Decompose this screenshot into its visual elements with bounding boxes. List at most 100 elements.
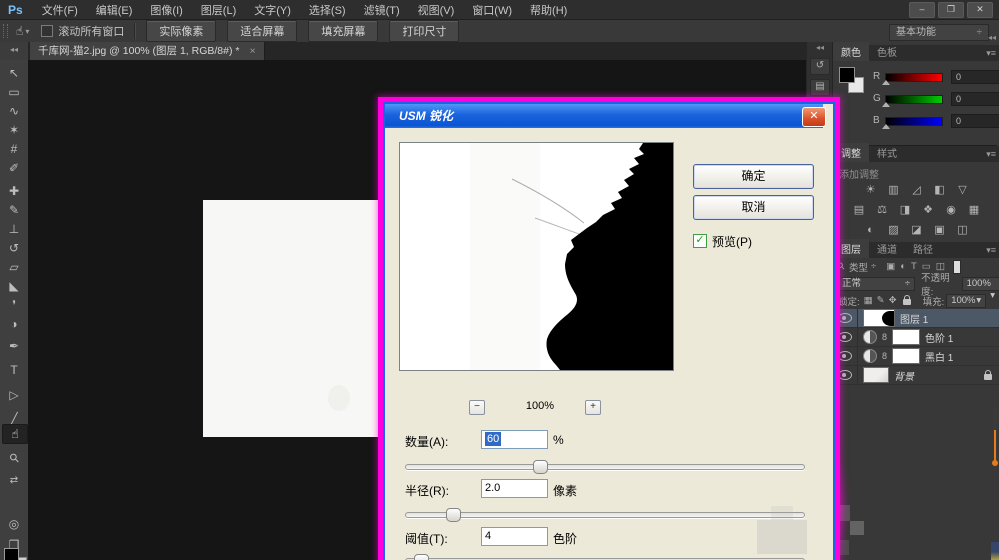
- tab-styles[interactable]: 样式: [869, 143, 905, 162]
- blur-tool[interactable]: ❜: [0, 296, 28, 314]
- threshold-input[interactable]: 4: [481, 527, 548, 546]
- healing-brush-tool[interactable]: ✚: [0, 182, 28, 200]
- preview-zoom-out-button[interactable]: −: [469, 400, 485, 415]
- amount-slider[interactable]: [405, 464, 805, 470]
- eraser-tool[interactable]: ▱: [0, 258, 28, 276]
- marquee-tool[interactable]: ▭: [0, 83, 28, 101]
- color-balance-icon[interactable]: ⚖: [875, 204, 890, 217]
- minimize-button[interactable]: –: [909, 2, 935, 18]
- panel-menu-icon[interactable]: ▾≡: [986, 245, 996, 256]
- menu-image[interactable]: 图像(I): [141, 2, 191, 18]
- fill-value[interactable]: 100%▾: [946, 294, 986, 308]
- threshold-slider-thumb[interactable]: [414, 554, 429, 560]
- tool-preset-caret-icon[interactable]: ▾: [25, 27, 29, 36]
- menu-filter[interactable]: 滤镜(T): [355, 2, 409, 18]
- filter-type-label[interactable]: 类型: [849, 260, 868, 274]
- pen-tool[interactable]: ✒: [0, 337, 28, 355]
- path-select-tool[interactable]: ▷: [0, 386, 28, 404]
- menu-type[interactable]: 文字(Y): [245, 2, 300, 18]
- panel-menu-icon[interactable]: ▾≡: [986, 48, 996, 59]
- color-panel-fg-swatch[interactable]: [839, 67, 855, 83]
- document-tab[interactable]: 千库网-猫2.jpg @ 100% (图层 1, RGB/8#) * ×: [30, 42, 265, 60]
- threshold-icon[interactable]: ◪: [909, 224, 924, 237]
- dodge-tool[interactable]: ◑: [0, 315, 28, 333]
- blue-slider[interactable]: [885, 117, 943, 126]
- layer-row-layer1[interactable]: 图层 1: [833, 309, 999, 328]
- toolbar-collapse-icon[interactable]: ◂◂: [0, 42, 29, 60]
- tab-channels[interactable]: 通道: [869, 239, 905, 258]
- brush-tool[interactable]: ✎: [0, 201, 28, 219]
- visibility-eye-icon[interactable]: [838, 332, 852, 342]
- green-slider-thumb[interactable]: [882, 102, 890, 107]
- filter-adjustment-icon[interactable]: ◐: [900, 261, 906, 272]
- layer1-thumbnail[interactable]: [863, 309, 895, 327]
- levels1-name[interactable]: 色阶 1: [925, 330, 953, 345]
- visibility-eye-icon[interactable]: [838, 370, 852, 380]
- brightness-contrast-icon[interactable]: ☀: [863, 184, 878, 197]
- red-value[interactable]: 0: [951, 70, 999, 84]
- properties-panel-icon[interactable]: ▤: [810, 79, 830, 96]
- fit-screen-button[interactable]: 适合屏幕: [227, 20, 297, 42]
- paint-bucket-tool[interactable]: ◣: [0, 277, 28, 295]
- foreground-color-swatch[interactable]: [4, 548, 19, 560]
- print-size-button[interactable]: 打印尺寸: [389, 20, 459, 42]
- scroll-indicator[interactable]: [993, 408, 997, 470]
- red-slider-thumb[interactable]: [882, 80, 890, 85]
- menu-file[interactable]: 文件(F): [33, 2, 87, 18]
- filter-pixel-icon[interactable]: ▣: [886, 261, 895, 272]
- menu-edit[interactable]: 编辑(E): [87, 2, 142, 18]
- crop-tool[interactable]: #: [0, 140, 28, 158]
- tab-color[interactable]: 颜色: [833, 42, 869, 61]
- visibility-eye-icon[interactable]: [838, 351, 852, 361]
- dialog-close-button[interactable]: ✕: [802, 107, 826, 127]
- lock-position-icon[interactable]: ✥: [889, 295, 897, 306]
- filter-caret-icon[interactable]: ÷: [871, 261, 876, 272]
- black-white-icon[interactable]: ◨: [898, 204, 913, 217]
- panel-collapse-icon[interactable]: ◂◂: [988, 33, 996, 42]
- levels-adjustment-icon[interactable]: [863, 330, 877, 344]
- hand-tool[interactable]: ☝: [2, 424, 28, 444]
- invert-icon[interactable]: ◐: [863, 224, 878, 237]
- background-thumbnail[interactable]: [863, 367, 889, 383]
- channel-mixer-icon[interactable]: ◉: [944, 204, 959, 217]
- green-value[interactable]: 0: [951, 92, 999, 106]
- layer1-name[interactable]: 图层 1: [900, 311, 928, 326]
- actual-pixels-button[interactable]: 实际像素: [146, 20, 216, 42]
- menu-help[interactable]: 帮助(H): [521, 2, 576, 18]
- opacity-value[interactable]: 100%▾: [962, 277, 999, 291]
- history-panel-icon[interactable]: ↺: [810, 58, 830, 75]
- posterize-icon[interactable]: ▨: [886, 224, 901, 237]
- history-brush-tool[interactable]: ↺: [0, 239, 28, 257]
- menu-view[interactable]: 视图(V): [409, 2, 464, 18]
- workspace-selector[interactable]: 基本功能 ÷: [889, 24, 989, 41]
- layer-row-blackwhite1[interactable]: 8 黑白 1: [833, 347, 999, 366]
- levels-icon[interactable]: ▥: [886, 184, 901, 197]
- amount-input[interactable]: 60: [481, 430, 548, 449]
- red-slider[interactable]: [885, 73, 943, 82]
- filter-type-layer-icon[interactable]: T: [911, 261, 917, 272]
- eyedropper-tool[interactable]: ✐: [0, 159, 28, 177]
- hue-saturation-icon[interactable]: ▤: [852, 204, 867, 217]
- levels1-mask-thumbnail[interactable]: [892, 329, 920, 345]
- dialog-titlebar[interactable]: USM 锐化: [385, 104, 823, 128]
- preview-checkbox[interactable]: ✓: [693, 234, 707, 248]
- lock-all-icon[interactable]: [903, 299, 911, 305]
- panel-menu-icon[interactable]: ▾≡: [986, 149, 996, 160]
- vibrance-icon[interactable]: ▽: [955, 184, 970, 197]
- cancel-button[interactable]: 取消: [693, 195, 814, 220]
- menu-select[interactable]: 选择(S): [300, 2, 355, 18]
- radius-slider-thumb[interactable]: [446, 508, 461, 522]
- blend-mode-select[interactable]: 正常÷: [837, 277, 915, 291]
- blue-slider-thumb[interactable]: [882, 124, 890, 129]
- move-tool[interactable]: ↖: [0, 64, 28, 82]
- zoom-tool[interactable]: ⚲: [0, 449, 28, 467]
- gradient-map-icon[interactable]: ▣: [932, 224, 947, 237]
- lock-transparency-icon[interactable]: ▦: [864, 295, 873, 306]
- layer-row-levels1[interactable]: 8 色阶 1: [833, 328, 999, 347]
- blue-value[interactable]: 0: [951, 114, 999, 128]
- curves-icon[interactable]: ◿: [909, 184, 924, 197]
- tab-paths[interactable]: 路径: [905, 239, 941, 258]
- restore-button[interactable]: ❐: [938, 2, 964, 18]
- black-white-adjustment-icon[interactable]: [863, 349, 877, 363]
- visibility-eye-icon[interactable]: [838, 313, 852, 323]
